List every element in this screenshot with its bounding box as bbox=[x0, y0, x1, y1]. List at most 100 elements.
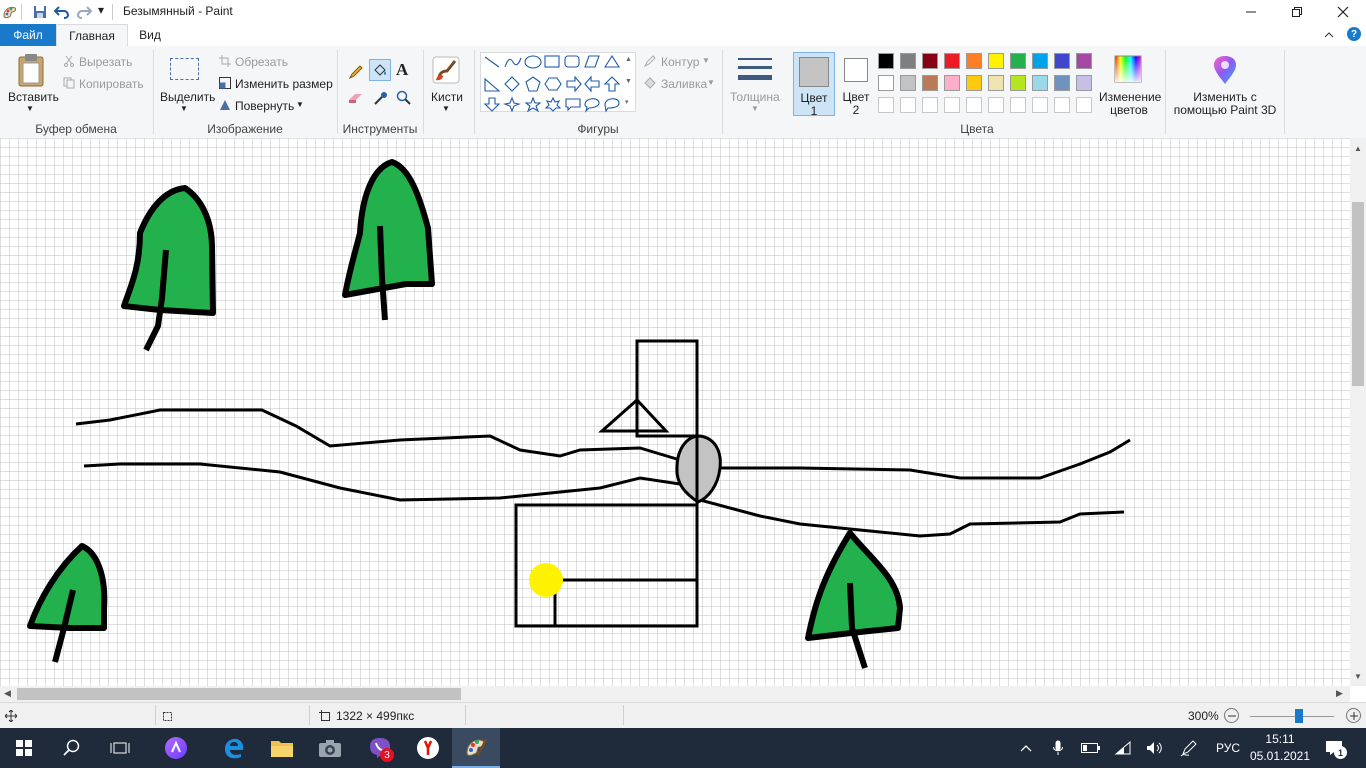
shapes-scroll-down-icon[interactable]: ▼ bbox=[625, 78, 632, 85]
battery-icon[interactable] bbox=[1080, 740, 1102, 756]
tray-overflow-icon[interactable] bbox=[1016, 740, 1036, 756]
palette-swatch[interactable] bbox=[922, 53, 938, 69]
qat-customize-button[interactable]: ▾ bbox=[98, 3, 104, 17]
palette-empty-swatch[interactable] bbox=[1054, 97, 1070, 113]
alice-assistant-icon[interactable] bbox=[152, 728, 200, 768]
palette-swatch[interactable] bbox=[900, 75, 916, 91]
zoom-slider-track[interactable] bbox=[1250, 716, 1334, 717]
action-center-icon[interactable]: 1 bbox=[1322, 738, 1347, 759]
zoom-out-button[interactable] bbox=[1224, 708, 1239, 723]
close-button[interactable] bbox=[1320, 0, 1366, 24]
color2-button[interactable]: Цвет 2 bbox=[837, 52, 875, 117]
yandex-browser-icon[interactable] bbox=[404, 728, 452, 768]
palette-swatch[interactable] bbox=[878, 53, 894, 69]
palette-swatch[interactable] bbox=[966, 75, 982, 91]
size-icon[interactable] bbox=[738, 56, 772, 90]
zoom-in-button[interactable] bbox=[1346, 708, 1361, 723]
paint3d-label-2[interactable]: помощью Paint 3D bbox=[1170, 103, 1280, 117]
help-icon[interactable]: ? bbox=[1347, 27, 1361, 41]
collapse-ribbon-icon[interactable] bbox=[1322, 28, 1336, 42]
palette-empty-swatch[interactable] bbox=[944, 97, 960, 113]
viber-icon[interactable]: 3 bbox=[356, 728, 404, 768]
save-icon[interactable] bbox=[32, 4, 48, 20]
clock-time[interactable]: 15:11 bbox=[1252, 732, 1308, 746]
palette-swatch[interactable] bbox=[1010, 75, 1026, 91]
edit-colors-label-1[interactable]: Изменение bbox=[1099, 90, 1161, 104]
cut-button[interactable]: Вырезать bbox=[79, 55, 132, 69]
volume-icon[interactable] bbox=[1144, 739, 1166, 757]
camera-app-icon[interactable] bbox=[306, 728, 354, 768]
horizontal-scrollbar[interactable]: ◀ ▶ bbox=[0, 686, 1350, 702]
edge-browser-icon[interactable] bbox=[210, 728, 258, 768]
palette-swatch[interactable] bbox=[966, 53, 982, 69]
palette-swatch[interactable] bbox=[1054, 75, 1070, 91]
brushes-icon[interactable] bbox=[430, 54, 462, 86]
pen-workspace-icon[interactable] bbox=[1178, 739, 1200, 757]
palette-swatch[interactable] bbox=[1054, 53, 1070, 69]
wifi-icon[interactable] bbox=[1112, 739, 1134, 757]
outline-button[interactable]: Контур bbox=[661, 55, 699, 69]
palette-swatch[interactable] bbox=[944, 75, 960, 91]
resize-button[interactable]: Изменить размер bbox=[235, 77, 333, 91]
palette-swatch[interactable] bbox=[944, 53, 960, 69]
paste-icon[interactable] bbox=[16, 52, 46, 88]
crop-button[interactable]: Обрезать bbox=[235, 55, 288, 69]
palette-empty-swatch[interactable] bbox=[1032, 97, 1048, 113]
rotate-dropdown-icon[interactable]: ▼ bbox=[296, 100, 304, 109]
shapes-gallery[interactable] bbox=[480, 52, 636, 113]
vertical-scrollbar[interactable]: ▲ ▼ bbox=[1350, 138, 1366, 686]
paint3d-label-1[interactable]: Изменить с bbox=[1170, 90, 1280, 104]
palette-swatch[interactable] bbox=[900, 53, 916, 69]
palette-swatch[interactable] bbox=[1076, 53, 1092, 69]
fill-dropdown-icon[interactable]: ▼ bbox=[707, 78, 715, 87]
palette-empty-swatch[interactable] bbox=[878, 97, 894, 113]
scroll-up-icon[interactable]: ▲ bbox=[1354, 144, 1362, 153]
palette-empty-swatch[interactable] bbox=[922, 97, 938, 113]
paint3d-icon[interactable] bbox=[1210, 54, 1240, 86]
undo-icon[interactable] bbox=[54, 4, 70, 20]
start-button[interactable] bbox=[0, 728, 48, 768]
fill-button[interactable]: Заливка bbox=[661, 77, 707, 91]
brushes-button[interactable]: Кисти bbox=[431, 90, 463, 104]
scroll-left-icon[interactable]: ◀ bbox=[4, 688, 11, 699]
pencil-icon[interactable] bbox=[346, 62, 366, 82]
horizontal-scroll-thumb[interactable] bbox=[17, 688, 461, 700]
palette-empty-swatch[interactable] bbox=[1010, 97, 1026, 113]
size-button[interactable]: Толщина bbox=[730, 90, 780, 104]
palette-empty-swatch[interactable] bbox=[900, 97, 916, 113]
edit-colors-icon[interactable] bbox=[1113, 54, 1143, 84]
color1-button[interactable]: Цвет 1 bbox=[793, 52, 835, 118]
copy-button[interactable]: Копировать bbox=[79, 77, 144, 91]
vertical-scroll-thumb[interactable] bbox=[1352, 202, 1364, 386]
tab-view[interactable]: Вид bbox=[130, 24, 170, 46]
rotate-button[interactable]: Повернуть bbox=[235, 99, 294, 113]
scroll-right-icon[interactable]: ▶ bbox=[1336, 688, 1343, 699]
paint-taskbar-button[interactable] bbox=[452, 728, 500, 768]
tab-file[interactable]: Файл bbox=[0, 24, 56, 46]
search-icon[interactable] bbox=[48, 728, 96, 768]
fill-tool-icon[interactable] bbox=[369, 59, 391, 81]
color-picker-icon[interactable] bbox=[371, 88, 391, 108]
paste-dropdown-icon[interactable]: ▼ bbox=[26, 104, 34, 113]
paste-button[interactable]: Вставить bbox=[8, 90, 59, 104]
zoom-slider-thumb[interactable] bbox=[1294, 709, 1303, 723]
tab-home[interactable]: Главная bbox=[56, 24, 128, 47]
brushes-dropdown-icon[interactable]: ▼ bbox=[442, 104, 450, 113]
file-explorer-icon[interactable] bbox=[258, 728, 306, 768]
magnifier-icon[interactable] bbox=[394, 88, 414, 108]
palette-swatch[interactable] bbox=[988, 75, 1004, 91]
size-dropdown-icon[interactable]: ▼ bbox=[751, 104, 759, 113]
palette-swatch[interactable] bbox=[1032, 53, 1048, 69]
text-tool-icon[interactable]: A bbox=[396, 60, 408, 80]
palette-empty-swatch[interactable] bbox=[988, 97, 1004, 113]
scroll-down-icon[interactable]: ▼ bbox=[1354, 672, 1362, 681]
palette-swatch[interactable] bbox=[1010, 53, 1026, 69]
clock-date[interactable]: 05.01.2021 bbox=[1249, 749, 1311, 763]
input-language[interactable]: РУС bbox=[1216, 741, 1240, 755]
palette-swatch[interactable] bbox=[1032, 75, 1048, 91]
paint-app-icon[interactable] bbox=[2, 4, 18, 20]
palette-swatch[interactable] bbox=[1076, 75, 1092, 91]
select-dropdown-icon[interactable]: ▼ bbox=[180, 104, 188, 113]
microphone-icon[interactable] bbox=[1048, 739, 1068, 757]
edit-colors-label-2[interactable]: цветов bbox=[1099, 103, 1159, 117]
